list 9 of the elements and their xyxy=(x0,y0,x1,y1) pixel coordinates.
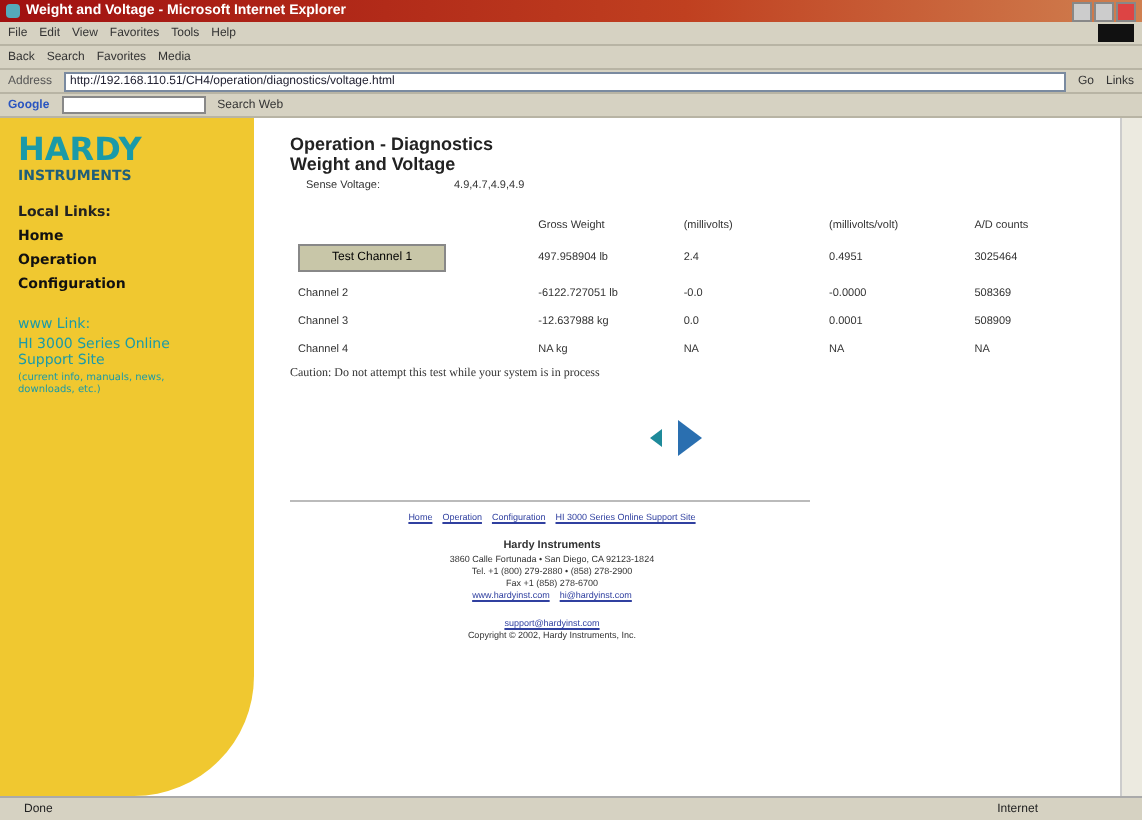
google-search-field[interactable] xyxy=(61,96,206,114)
close-button[interactable] xyxy=(1116,1,1136,21)
hardy-logo: HARDY xyxy=(18,134,144,164)
minimize-button[interactable] xyxy=(1072,1,1092,21)
page-title: Operation - Diagnostics xyxy=(290,134,496,154)
maximize-button[interactable] xyxy=(1094,1,1114,21)
vertical-scrollbar[interactable] xyxy=(1120,118,1142,796)
next-arrow-icon[interactable] xyxy=(675,420,701,456)
page-subtitle: Weight and Voltage xyxy=(290,154,458,174)
